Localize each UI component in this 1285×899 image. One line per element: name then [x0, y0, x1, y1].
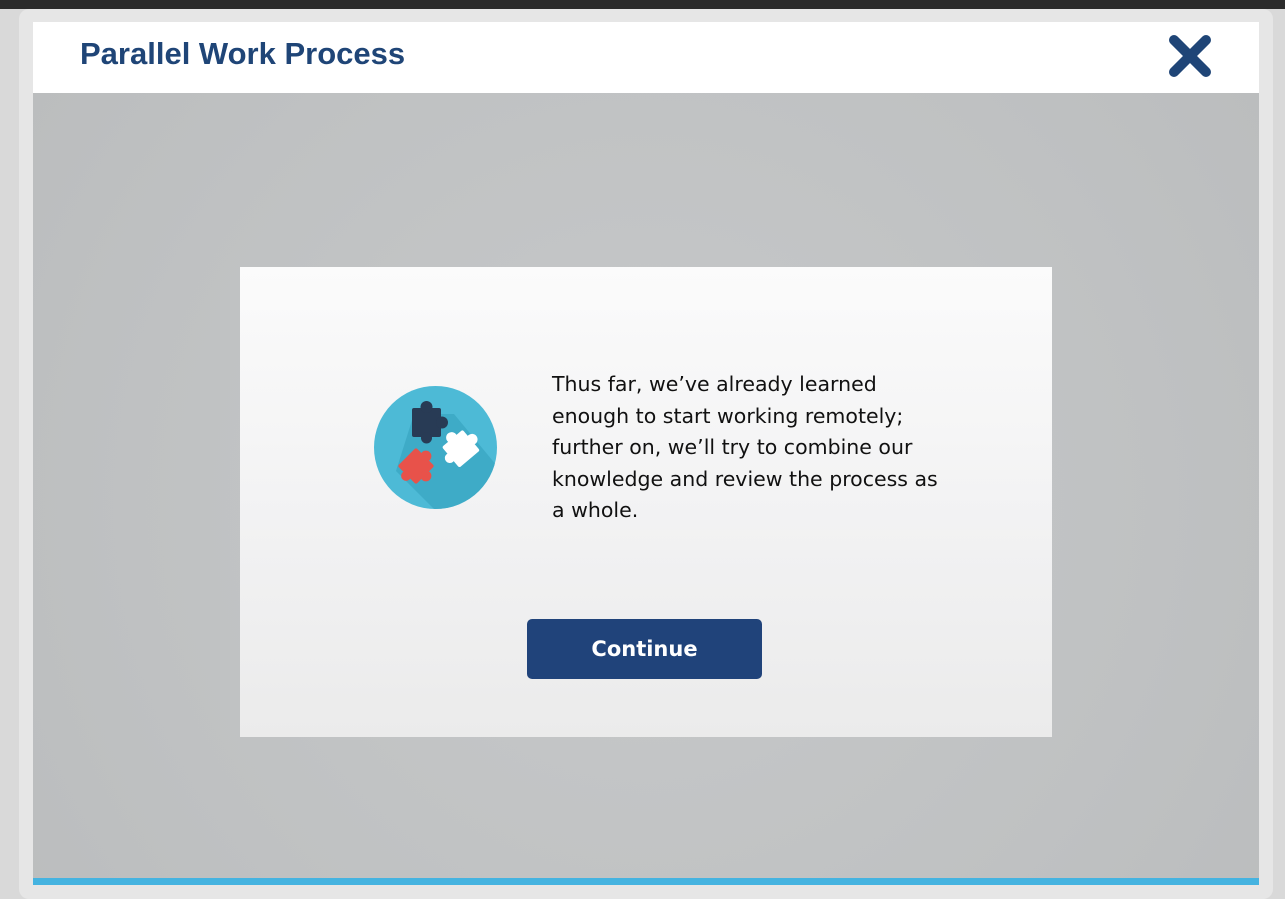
close-button[interactable] — [1167, 33, 1213, 79]
browser-top-strip — [0, 0, 1285, 9]
puzzle-pieces-icon — [374, 386, 497, 509]
header-bar: Parallel Work Process — [33, 22, 1259, 93]
content-stage: Thus far, we’ve already learned enough t… — [33, 93, 1259, 885]
close-icon — [1169, 35, 1211, 77]
continue-button[interactable]: Continue — [527, 619, 762, 679]
dialog-message: Thus far, we’ve already learned enough t… — [552, 372, 938, 522]
page-title: Parallel Work Process — [80, 36, 406, 71]
dialog-card: Thus far, we’ve already learned enough t… — [240, 267, 1052, 737]
progress-accent-bar — [33, 878, 1259, 885]
